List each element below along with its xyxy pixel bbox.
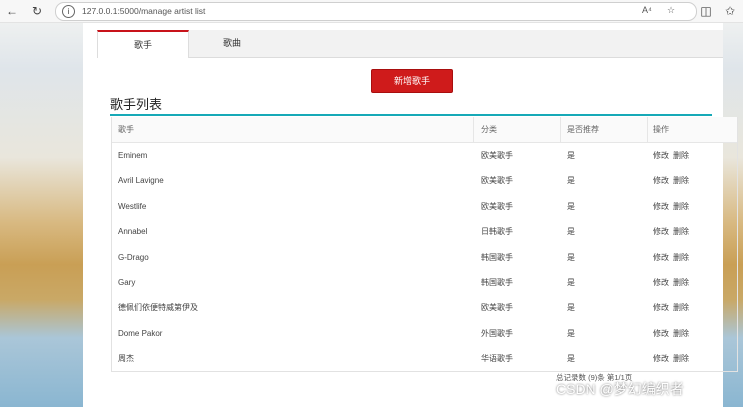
title-underline bbox=[110, 114, 712, 116]
artist-category: 欧美歌手 bbox=[481, 201, 513, 211]
favorites-icon[interactable]: ✩ bbox=[722, 3, 738, 19]
edit-link[interactable]: 修改 bbox=[653, 143, 669, 168]
split-screen-icon[interactable]: ◫ bbox=[698, 3, 714, 19]
artist-name: Annabel bbox=[118, 227, 148, 237]
table-row: G-Drago 韩国歌手 是 修改 删除 bbox=[112, 245, 737, 270]
delete-link[interactable]: 删除 bbox=[673, 295, 689, 320]
recommended-flag: 是 bbox=[567, 354, 575, 364]
table-row: Westlife 欧美歌手 是 修改 删除 bbox=[112, 194, 737, 219]
column-divider bbox=[560, 117, 561, 142]
delete-link[interactable]: 删除 bbox=[673, 346, 689, 371]
artist-name: 德佩们依便特威第伊及 bbox=[118, 303, 198, 313]
delete-link[interactable]: 删除 bbox=[673, 245, 689, 270]
add-artist-button[interactable]: 新增歌手 bbox=[371, 69, 453, 93]
delete-link[interactable]: 删除 bbox=[673, 219, 689, 244]
delete-link[interactable]: 删除 bbox=[673, 270, 689, 295]
edit-link[interactable]: 修改 bbox=[653, 295, 669, 320]
artist-category: 欧美歌手 bbox=[481, 151, 513, 160]
delete-link[interactable]: 删除 bbox=[673, 321, 689, 346]
column-divider bbox=[473, 117, 474, 142]
delete-link[interactable]: 删除 bbox=[673, 194, 689, 219]
info-icon[interactable]: i bbox=[62, 5, 75, 18]
delete-link[interactable]: 删除 bbox=[673, 168, 689, 193]
artist-name: Avril Lavigne bbox=[118, 176, 164, 186]
address-bar[interactable]: i 127.0.0.1:5000/manage artist list A⁴ ☆ bbox=[55, 2, 697, 21]
recommended-flag: 是 bbox=[567, 201, 575, 211]
table-header: 歌手 分类 是否推荐 操作 bbox=[112, 117, 737, 143]
artist-category: 华语歌手 bbox=[481, 354, 513, 364]
recommended-flag: 是 bbox=[567, 227, 575, 237]
header-artist: 歌手 bbox=[118, 125, 134, 134]
watermark: CSDN @梦幻编织者 bbox=[556, 381, 684, 397]
table-row: Eminem 欧美歌手 是 修改 删除 bbox=[112, 143, 737, 168]
page-title: 歌手列表 bbox=[110, 97, 163, 112]
table-row: 周杰 华语歌手 是 修改 删除 bbox=[112, 346, 737, 371]
table-row: 德佩们依便特威第伊及 欧美歌手 是 修改 删除 bbox=[112, 295, 737, 320]
artist-category: 韩国歌手 bbox=[481, 252, 513, 262]
recommended-flag: 是 bbox=[567, 328, 575, 338]
table-row: Annabel 日韩歌手 是 修改 删除 bbox=[112, 219, 737, 244]
tab-artists[interactable]: 歌手 bbox=[97, 30, 189, 58]
table-row: Dome Pakor 外国歌手 是 修改 删除 bbox=[112, 321, 737, 346]
artist-name: G-Drago bbox=[118, 252, 149, 262]
artist-name: Gary bbox=[118, 278, 136, 287]
artist-name: 周杰 bbox=[118, 354, 134, 364]
artist-category: 日韩歌手 bbox=[481, 227, 513, 237]
reload-icon[interactable]: ↻ bbox=[29, 3, 45, 19]
recommended-flag: 是 bbox=[567, 151, 575, 160]
edit-link[interactable]: 修改 bbox=[653, 245, 669, 270]
delete-link[interactable]: 删除 bbox=[673, 143, 689, 168]
artist-category: 外国歌手 bbox=[481, 328, 513, 338]
artist-category: 欧美歌手 bbox=[481, 303, 513, 313]
edit-link[interactable]: 修改 bbox=[653, 168, 669, 193]
artist-category: 欧美歌手 bbox=[481, 176, 513, 186]
header-category: 分类 bbox=[481, 125, 497, 134]
recommended-flag: 是 bbox=[567, 252, 575, 262]
back-arrow-icon[interactable]: ← bbox=[4, 3, 20, 19]
recommended-flag: 是 bbox=[567, 278, 575, 287]
edit-link[interactable]: 修改 bbox=[653, 270, 669, 295]
artist-name: Eminem bbox=[118, 151, 148, 160]
artist-category: 韩国歌手 bbox=[481, 278, 513, 287]
url-text: 127.0.0.1:5000/manage artist list bbox=[82, 6, 206, 16]
header-recommended: 是否推荐 bbox=[567, 125, 599, 134]
edit-link[interactable]: 修改 bbox=[653, 194, 669, 219]
browser-toolbar: ← ↻ i 127.0.0.1:5000/manage artist list … bbox=[0, 0, 743, 23]
tab-bar: 歌手 歌曲 bbox=[97, 30, 723, 58]
recommended-flag: 是 bbox=[567, 303, 575, 313]
column-divider bbox=[647, 117, 648, 142]
table-row: Avril Lavigne 欧美歌手 是 修改 删除 bbox=[112, 168, 737, 193]
artist-name: Dome Pakor bbox=[118, 328, 163, 338]
artist-table: 歌手 分类 是否推荐 操作 Eminem 欧美歌手是修改 删除 Avril Lavig… bbox=[111, 117, 738, 372]
favorite-star-icon[interactable]: ☆ bbox=[667, 5, 675, 16]
edit-link[interactable]: 修改 bbox=[653, 321, 669, 346]
tab-songs[interactable]: 歌曲 bbox=[187, 30, 277, 57]
recommended-flag: 是 bbox=[567, 176, 575, 186]
header-actions: 操作 bbox=[653, 125, 669, 134]
edit-link[interactable]: 修改 bbox=[653, 219, 669, 244]
artist-name: Westlife bbox=[118, 201, 147, 211]
table-row: Gary 韩国歌手 是 修改 删除 bbox=[112, 270, 737, 295]
read-aloud-icon[interactable]: A⁴ bbox=[642, 5, 652, 15]
edit-link[interactable]: 修改 bbox=[653, 346, 669, 371]
